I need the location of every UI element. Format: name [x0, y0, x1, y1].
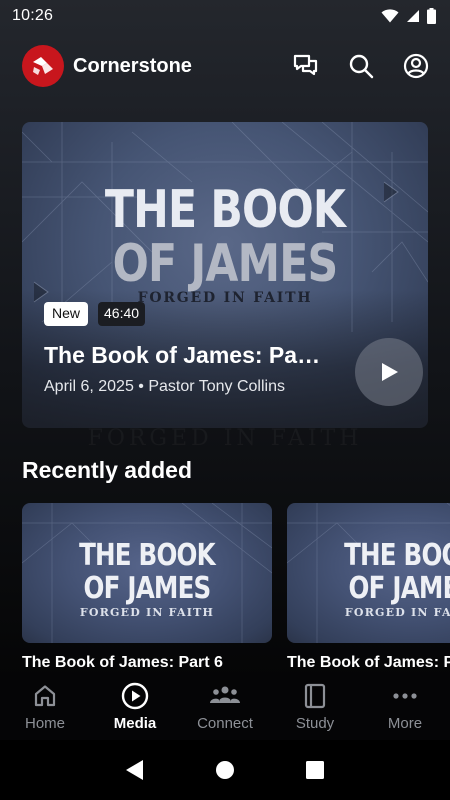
account-icon — [403, 53, 429, 79]
chat-button[interactable] — [292, 52, 320, 80]
hero-meta: April 6, 2025 • Pastor Tony Collins — [44, 378, 285, 395]
nav-label-study: Study — [295, 715, 335, 732]
account-button[interactable] — [402, 52, 430, 80]
hero-title: The Book of James: Pa… — [44, 342, 321, 368]
nav-label-more: More — [387, 715, 423, 732]
sermon-card-title: The Book of James: Part 6 — [22, 654, 223, 671]
nav-item-study[interactable]: Study — [270, 672, 360, 740]
play-button[interactable] — [355, 338, 423, 406]
thumb-art-line1: THE BOOK — [344, 538, 450, 573]
ghost-reflection-text: FORGED IN FAITH — [22, 426, 428, 451]
chat-icon — [293, 54, 318, 76]
bottom-nav: Home Media Connect Study More — [0, 672, 450, 740]
nav-label-home: Home — [24, 715, 65, 732]
play-icon — [382, 363, 398, 381]
nav-item-more[interactable]: More — [360, 672, 450, 740]
nav-item-connect[interactable]: Connect — [180, 672, 270, 740]
home-icon — [34, 685, 56, 707]
signal-icon — [407, 10, 419, 22]
status-icons — [381, 8, 436, 24]
book-icon — [304, 683, 326, 709]
sermon-card[interactable]: THE BOOK OF JAMES FORGED IN FAITH The Bo… — [287, 503, 450, 672]
recently-added-heading: Recently added — [22, 457, 192, 483]
sermon-thumbnail: THE BOOK OF JAMES FORGED IN FAITH — [287, 503, 450, 643]
sermon-card-title: The Book of James: Part 5 — [287, 654, 450, 671]
thumb-art-subtitle: FORGED IN FAITH — [344, 606, 450, 619]
hero-art-line2: OF JAMES — [112, 234, 339, 294]
new-badge: New — [44, 302, 89, 326]
app-header: Cornerstone — [0, 44, 450, 88]
recents-icon[interactable] — [305, 760, 325, 780]
status-time: 10:26 — [12, 7, 54, 24]
thumb-art-line1: THE BOOK — [79, 538, 216, 573]
home-circle-icon[interactable] — [215, 760, 235, 780]
wifi-icon — [381, 9, 399, 23]
battery-icon — [427, 8, 436, 24]
church-logo — [22, 45, 64, 87]
thumb-art-line2: OF JAMES — [83, 571, 212, 606]
duration-badge: 46:40 — [98, 302, 146, 326]
header-actions — [292, 52, 430, 80]
thumb-art-line2: OF JAMES — [348, 571, 450, 606]
status-bar: 10:26 — [0, 0, 450, 32]
play-circle-icon — [121, 682, 149, 710]
search-button[interactable] — [347, 52, 375, 80]
sermon-thumbnail: THE BOOK OF JAMES FORGED IN FAITH — [22, 503, 272, 643]
logo-mark-icon — [33, 57, 53, 75]
nav-label-media: Media — [113, 715, 157, 732]
nav-label-connect: Connect — [197, 715, 253, 732]
nav-item-home[interactable]: Home — [0, 672, 90, 740]
app-title: Cornerstone — [73, 54, 192, 77]
thumb-art-subtitle: FORGED IN FAITH — [79, 606, 215, 619]
nav-item-media[interactable]: Media — [90, 672, 180, 740]
hero-badges: New 46:40 — [44, 302, 146, 326]
media-screen: 10:26 Cornerstone THE BOOK OF JAMES FORG… — [0, 0, 450, 800]
more-icon — [393, 693, 417, 699]
system-nav-bar — [0, 740, 450, 800]
hero-art-line1: THE BOOK — [104, 180, 346, 240]
sermon-card[interactable]: THE BOOK OF JAMES FORGED IN FAITH The Bo… — [22, 503, 272, 672]
search-icon — [349, 54, 374, 79]
people-icon — [210, 686, 240, 703]
back-icon[interactable] — [125, 759, 145, 781]
recently-added-carousel[interactable]: THE BOOK OF JAMES FORGED IN FAITH The Bo… — [22, 503, 450, 673]
featured-sermon-card[interactable]: THE BOOK OF JAMES FORGED IN FAITH New 46… — [22, 122, 428, 428]
